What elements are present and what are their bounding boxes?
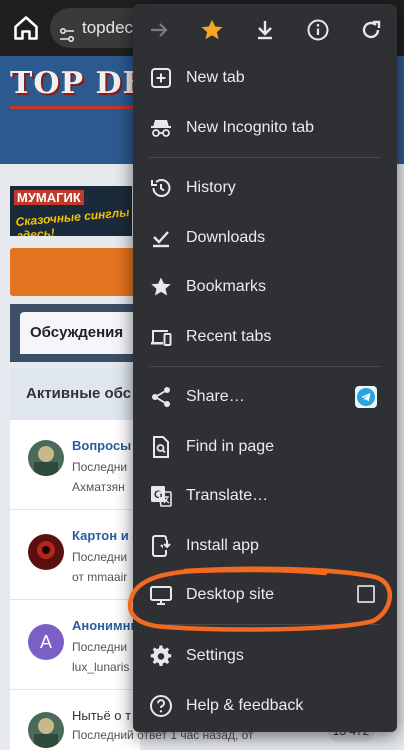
topic-title[interactable]: Анонимны	[72, 618, 142, 633]
refresh-icon[interactable]	[355, 14, 387, 46]
panel-title: Активные обс	[10, 368, 140, 420]
incognito-icon	[149, 116, 173, 140]
topic-meta: Последни	[72, 640, 128, 654]
history-icon	[149, 176, 173, 200]
topic-meta: Последни	[72, 460, 128, 474]
menu-item-find-in-page[interactable]: Find in page	[133, 423, 397, 471]
svg-text:G: G	[154, 489, 163, 501]
menu-item-share[interactable]: Share…	[133, 373, 397, 421]
list-item[interactable]: A Анонимны Последни lux_lunaris	[10, 600, 142, 690]
list-item[interactable]: Нытьё о т Последний ответ 1 час назад, о…	[10, 690, 254, 750]
find-in-page-icon	[149, 435, 173, 459]
menu-item-new-tab[interactable]: New tab	[133, 54, 397, 102]
help-icon	[149, 694, 173, 718]
devices-icon	[149, 325, 173, 349]
topic-author: от mmaair	[72, 570, 128, 584]
install-app-icon	[149, 534, 173, 558]
tab-discussions[interactable]: Обсуждения	[20, 312, 140, 354]
share-icon	[149, 385, 173, 409]
monitor-icon	[149, 583, 173, 607]
topic-title[interactable]: Вопросы	[72, 438, 131, 453]
menu-item-bookmarks[interactable]: Bookmarks	[133, 263, 397, 311]
banner-slogan: Сказочные синглы здесь!	[15, 205, 130, 236]
menu-action-row	[133, 4, 397, 54]
topic-author: Ахматзян	[72, 480, 125, 494]
menu-item-history[interactable]: History	[133, 164, 397, 212]
menu-item-label: New Incognito tab	[186, 119, 315, 136]
menu-item-label: Share…	[186, 388, 245, 405]
menu-divider	[149, 624, 381, 625]
menu-divider	[149, 157, 381, 158]
active-discussions-panel: Активные обс Вопросы Последни Ахматзян К…	[10, 368, 254, 750]
menu-item-help-feedback[interactable]: Help & feedback	[133, 682, 397, 730]
menu-item-label: Desktop site	[186, 586, 275, 603]
ad-banner[interactable]: МУМАГИК Сказочные синглы здесь!	[10, 186, 132, 236]
info-icon[interactable]	[302, 14, 334, 46]
orange-action-bar[interactable]	[10, 248, 140, 296]
tune-icon[interactable]	[58, 19, 76, 43]
desktop-site-checkbox[interactable]	[357, 585, 375, 603]
avatar	[28, 712, 64, 748]
list-item[interactable]: Вопросы Последни Ахматзян	[10, 420, 140, 510]
menu-item-label: Help & feedback	[186, 697, 304, 714]
menu-item-label: New tab	[186, 69, 245, 86]
menu-item-recent-tabs[interactable]: Recent tabs	[133, 313, 397, 361]
topic-title[interactable]: Картон и с	[72, 528, 140, 543]
menu-item-label: Find in page	[186, 438, 275, 455]
download-icon[interactable]	[249, 14, 281, 46]
menu-item-label: Translate…	[186, 487, 269, 504]
menu-divider	[149, 366, 381, 367]
topic-meta: Последни	[72, 550, 128, 564]
menu-item-label: Bookmarks	[186, 278, 267, 295]
forum-tabs: Обсуждения	[10, 304, 140, 362]
bookmarks-star-icon	[149, 275, 173, 299]
telegram-icon[interactable]	[355, 386, 377, 408]
add-tab-icon	[149, 66, 173, 90]
star-icon[interactable]	[196, 14, 228, 46]
downloads-check-icon	[149, 226, 173, 250]
banner-brand: МУМАГИК	[14, 190, 84, 205]
menu-item-label: History	[186, 179, 236, 196]
menu-item-label: Recent tabs	[186, 328, 272, 345]
topic-author: lux_lunaris	[72, 660, 130, 674]
address-text: topdec	[82, 18, 134, 37]
menu-item-translate[interactable]: G Translate…	[133, 472, 397, 520]
overflow-menu: New tab New Incognito tab History Downlo…	[133, 4, 397, 732]
menu-item-install-app[interactable]: Install app	[133, 522, 397, 570]
menu-item-desktop-site[interactable]: Desktop site	[133, 571, 397, 619]
menu-item-settings[interactable]: Settings	[133, 632, 397, 680]
menu-item-label: Settings	[186, 647, 244, 664]
list-item[interactable]: Картон и с Последни от mmaair	[10, 510, 140, 600]
home-icon[interactable]	[12, 14, 40, 42]
menu-item-new-incognito-tab[interactable]: New Incognito tab	[133, 104, 397, 152]
avatar: A	[28, 624, 64, 660]
menu-item-label: Downloads	[186, 229, 266, 246]
avatar	[28, 534, 64, 570]
menu-item-label: Install app	[186, 537, 259, 554]
menu-item-downloads[interactable]: Downloads	[133, 214, 397, 262]
translate-icon: G	[149, 484, 173, 508]
gear-icon	[149, 644, 173, 668]
topic-title[interactable]: Нытьё о т	[72, 708, 131, 723]
avatar	[28, 440, 64, 476]
forward-arrow-icon[interactable]	[143, 14, 175, 46]
